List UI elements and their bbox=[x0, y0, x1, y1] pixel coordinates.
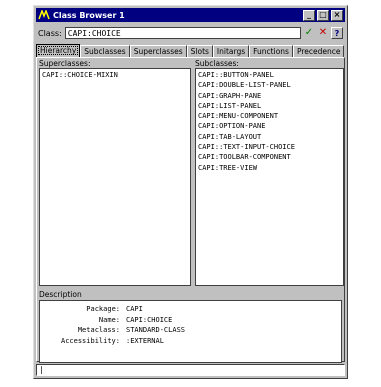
minimize-button[interactable]: _ bbox=[303, 9, 315, 21]
description-key: Accessibility: bbox=[60, 336, 120, 345]
description-row: Accessibility: :EXTERNAL bbox=[42, 336, 339, 347]
subclasses-label: Subclasses: bbox=[195, 59, 239, 68]
list-item[interactable]: CAPI::BUTTON-PANEL bbox=[198, 70, 341, 80]
tab-hierarchy[interactable]: Hierarchy bbox=[36, 44, 81, 57]
hierarchy-panel: Superclasses: CAPI::CHOICE-MIXIN Subclas… bbox=[36, 57, 345, 363]
list-item[interactable]: CAPI:DOUBLE-LIST-PANEL bbox=[198, 80, 341, 90]
description-row: Package: CAPI bbox=[42, 304, 339, 315]
description-value: STANDARD-CLASS bbox=[126, 326, 186, 334]
description-label: Description bbox=[39, 290, 82, 299]
list-item[interactable]: CAPI:GRAPH-PANE bbox=[198, 91, 341, 101]
tab-precedence[interactable]: Precedence bbox=[292, 45, 345, 57]
list-item[interactable]: CAPI:MENU-COMPONENT bbox=[198, 111, 341, 121]
list-item[interactable]: CAPI::TEXT-INPUT-CHOICE bbox=[198, 142, 341, 152]
lisp-app-icon bbox=[38, 10, 50, 20]
window-title: Class Browser 1 bbox=[53, 10, 125, 20]
description-row: Name: CAPI:CHOICE bbox=[42, 315, 339, 326]
list-item[interactable]: CAPI::CHOICE-MIXIN bbox=[42, 70, 188, 80]
tab-strip: Hierarchy Subclasses Superclasses Slots … bbox=[36, 44, 345, 57]
description-value: CAPI:CHOICE bbox=[126, 315, 173, 324]
description-row: Metaclass: STANDARD-CLASS bbox=[42, 325, 339, 336]
cancel-x-icon[interactable]: ✕ bbox=[317, 27, 329, 39]
list-item[interactable]: CAPI:OPTION-PANE bbox=[198, 121, 341, 131]
tab-superclasses[interactable]: Superclasses bbox=[129, 45, 187, 57]
tab-functions[interactable]: Functions bbox=[249, 45, 293, 57]
maximize-button[interactable]: □ bbox=[317, 9, 329, 21]
description-value: CAPI bbox=[126, 305, 143, 313]
close-button[interactable]: × bbox=[331, 9, 343, 21]
class-browser-window: Class Browser 1 _ □ × Class: CAPI:CHOICE… bbox=[33, 5, 348, 379]
list-item[interactable]: CAPI:LIST-PANEL bbox=[198, 101, 341, 111]
tab-slots[interactable]: Slots bbox=[186, 45, 213, 57]
status-bar: | bbox=[36, 364, 345, 376]
title-bar[interactable]: Class Browser 1 _ □ × bbox=[36, 8, 345, 22]
description-value: :EXTERNAL bbox=[126, 336, 164, 345]
description-key: Metaclass: bbox=[77, 326, 120, 334]
ok-check-icon[interactable]: ✓ bbox=[303, 27, 315, 39]
list-item[interactable]: CAPI:TAB-LAYOUT bbox=[198, 132, 341, 142]
superclasses-label: Superclasses: bbox=[39, 59, 91, 68]
superclasses-list[interactable]: CAPI::CHOICE-MIXIN bbox=[39, 68, 191, 286]
class-label: Class: bbox=[38, 28, 62, 38]
description-key: Name: bbox=[98, 315, 120, 324]
class-row: Class: CAPI:CHOICE ✓ ✕ ? bbox=[38, 26, 343, 40]
description-key: Package: bbox=[86, 305, 120, 313]
subclasses-list[interactable]: CAPI::BUTTON-PANEL CAPI:DOUBLE-LIST-PANE… bbox=[195, 68, 344, 286]
list-item[interactable]: CAPI:TREE-VIEW bbox=[198, 163, 341, 173]
help-icon[interactable]: ? bbox=[331, 27, 343, 39]
class-input[interactable]: CAPI:CHOICE bbox=[64, 27, 301, 39]
tab-initargs[interactable]: Initargs bbox=[212, 45, 250, 57]
description-box: Package: CAPI Name: CAPI:CHOICE Metaclas… bbox=[39, 300, 342, 363]
list-item[interactable]: CAPI:TOOLBAR-COMPONENT bbox=[198, 152, 341, 162]
tab-subclasses[interactable]: Subclasses bbox=[80, 45, 130, 57]
